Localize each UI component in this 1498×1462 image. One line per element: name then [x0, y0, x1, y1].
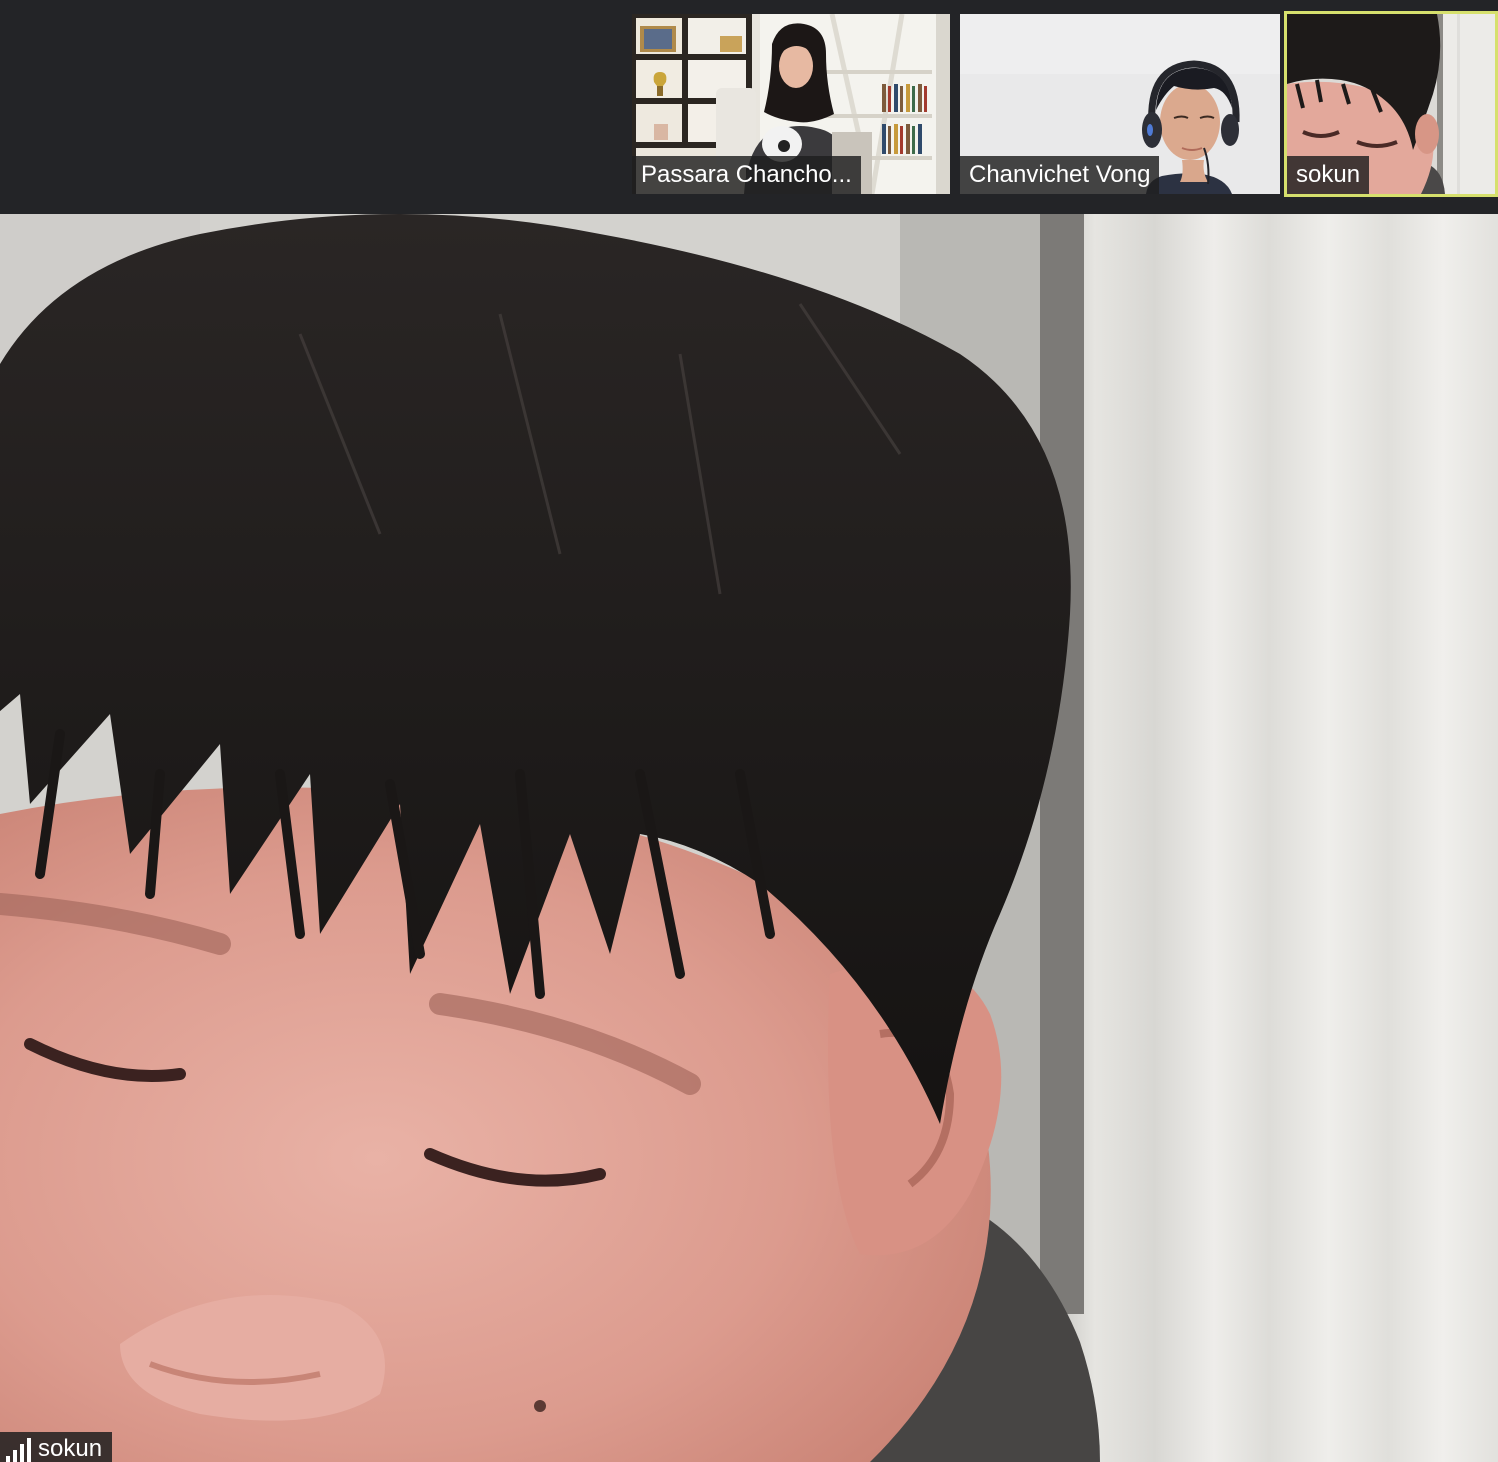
participant-tile-passara[interactable]: Passara Chancho... — [632, 14, 950, 194]
active-speaker-video[interactable]: sokun — [0, 214, 1498, 1462]
participant-tile-chanvichet[interactable]: Chanvichet Vong — [960, 14, 1280, 194]
video-meeting-window: Passara Chancho... Chanvichet Vong sokun… — [0, 0, 1498, 1462]
active-speaker-video-frame — [0, 214, 1498, 1462]
participant-name-label: Chanvichet Vong — [960, 156, 1160, 194]
participant-name-label: sokun — [1287, 156, 1370, 194]
signal-strength-icon — [6, 1438, 31, 1462]
participant-thumbnail-strip: Passara Chancho... Chanvichet Vong sokun — [0, 0, 1498, 214]
active-speaker-name: sokun — [38, 1435, 103, 1462]
participant-tile-sokun[interactable]: sokun — [1284, 11, 1498, 197]
active-speaker-label: sokun — [0, 1432, 113, 1462]
participant-name-label: Passara Chancho... — [632, 156, 861, 194]
